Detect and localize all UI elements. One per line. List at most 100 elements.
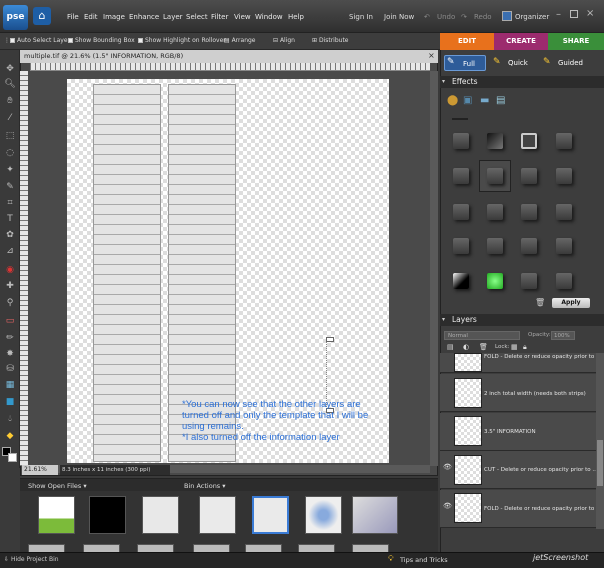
layer-visibility-eye-icon-4[interactable]: 👁︎ bbox=[443, 463, 452, 471]
effects-collapse-icon[interactable]: ▾ bbox=[442, 78, 445, 85]
hide-project-bin-button[interactable]: ⇩ Hide Project Bin bbox=[4, 556, 59, 563]
document-close-icon[interactable]: × bbox=[428, 51, 436, 61]
show-bounding-checkbox[interactable]: Show Bounding Box bbox=[68, 37, 135, 44]
redo-icon[interactable]: ↷ bbox=[461, 13, 467, 21]
layer-styles-icon[interactable]: ▣ bbox=[463, 95, 472, 106]
paint-bucket-tool-icon[interactable]: ⛁ bbox=[4, 364, 16, 374]
crop-tool-icon[interactable]: ⌗ bbox=[4, 198, 16, 208]
bin-thumbnail-4[interactable] bbox=[199, 496, 236, 534]
cookie-cutter-tool-icon[interactable]: ✿ bbox=[4, 230, 16, 240]
straighten-tool-icon[interactable]: ⊿ bbox=[4, 246, 16, 256]
filters-icon[interactable]: ⬤ bbox=[447, 95, 458, 106]
tab-create[interactable]: CREATE bbox=[494, 33, 548, 50]
layers-scrollbar-thumb[interactable] bbox=[597, 440, 603, 486]
zoom-tool-icon[interactable]: 🔍︎ bbox=[4, 79, 16, 89]
type-tool-icon[interactable]: T bbox=[4, 214, 16, 224]
effect-swatch-10[interactable] bbox=[487, 204, 503, 220]
marquee-tool-icon[interactable]: ⬚ bbox=[4, 131, 16, 141]
spot-healing-tool-icon[interactable]: ✚ bbox=[4, 281, 16, 291]
red-eye-tool-icon[interactable]: ◉ bbox=[4, 265, 16, 275]
home-icon[interactable]: ⌂ bbox=[33, 7, 51, 25]
effect-swatch-3[interactable] bbox=[521, 133, 537, 149]
show-highlight-checkbox[interactable]: Show Highlight on Rollover bbox=[138, 37, 226, 44]
effect-swatch-7[interactable] bbox=[521, 168, 537, 184]
bin-thumbnail-2[interactable] bbox=[89, 496, 126, 534]
align-dropdown[interactable]: ⊟ Align bbox=[273, 37, 295, 44]
layer-name-4[interactable]: CUT - Delete or reduce opacity prior to … bbox=[484, 467, 598, 473]
shape-tool-icon[interactable]: ■ bbox=[4, 397, 16, 407]
bin-thumbnail-6[interactable] bbox=[305, 496, 342, 534]
tab-share[interactable]: SHARE bbox=[548, 33, 604, 50]
effect-swatch-13[interactable] bbox=[453, 238, 469, 254]
background-color-swatch[interactable] bbox=[8, 453, 17, 462]
eraser-tool-icon[interactable]: ▭ bbox=[4, 316, 16, 326]
move-tool-icon[interactable]: ✥ bbox=[4, 64, 16, 74]
layers-collapse-icon[interactable]: ▾ bbox=[442, 316, 445, 323]
effect-swatch-9[interactable] bbox=[453, 204, 469, 220]
arrange-dropdown[interactable]: ▤ Arrange bbox=[224, 37, 256, 44]
delete-layer-icon[interactable]: 🗑︎ bbox=[479, 343, 488, 351]
blur-tool-icon[interactable]: 💧︎ bbox=[4, 414, 16, 424]
brush-tool-icon[interactable]: ✏︎ bbox=[4, 333, 16, 343]
maximize-icon[interactable] bbox=[570, 10, 578, 18]
menu-filter[interactable]: Filter bbox=[211, 13, 228, 21]
show-all-effects-icon[interactable]: ▤ bbox=[496, 95, 505, 106]
redo-button[interactable]: Redo bbox=[474, 13, 492, 21]
bin-actions-menu[interactable]: Bin Actions ▾ bbox=[184, 482, 226, 490]
effect-swatch-20[interactable] bbox=[556, 273, 572, 289]
vertical-scrollbar[interactable] bbox=[430, 71, 438, 466]
bin-thumbnail-7[interactable] bbox=[352, 496, 398, 534]
new-layer-icon[interactable]: ▤ bbox=[447, 343, 454, 351]
lasso-tool-icon[interactable]: ◌ bbox=[4, 148, 16, 158]
join-now-link[interactable]: Join Now bbox=[384, 13, 414, 21]
selection-brush-tool-icon[interactable]: ✎ bbox=[4, 182, 16, 192]
layer-name-5[interactable]: FOLD - Delete or reduce opacity prior to… bbox=[484, 506, 601, 512]
close-icon[interactable]: × bbox=[586, 8, 594, 19]
bin-thumbnail-3[interactable] bbox=[142, 496, 179, 534]
apply-button[interactable]: Apply bbox=[552, 298, 590, 308]
show-open-files-dropdown[interactable]: Show Open Files ▾ bbox=[28, 482, 87, 490]
lock-transparency-icon[interactable]: ▦ bbox=[511, 343, 518, 351]
gradient-tool-icon[interactable]: ▦ bbox=[4, 380, 16, 390]
layers-panel-header[interactable]: Layers bbox=[440, 314, 604, 326]
effect-swatch-19[interactable] bbox=[521, 273, 537, 289]
clone-stamp-tool-icon[interactable]: ⚲ bbox=[4, 298, 16, 308]
bin-thumbnail-5-selected[interactable] bbox=[252, 496, 289, 534]
effect-swatch-11[interactable] bbox=[521, 204, 537, 220]
tab-edit[interactable]: EDIT bbox=[440, 33, 494, 50]
sign-in-link[interactable]: Sign In bbox=[349, 13, 373, 21]
transform-handle-top[interactable] bbox=[326, 337, 334, 342]
effect-swatch-12[interactable] bbox=[556, 204, 572, 220]
magic-wand-tool-icon[interactable]: ✦ bbox=[4, 165, 16, 175]
organizer-button[interactable]: Organizer bbox=[515, 13, 549, 21]
menu-select[interactable]: Select bbox=[186, 13, 208, 21]
menu-layer[interactable]: Layer bbox=[163, 13, 183, 21]
effect-swatch-15[interactable] bbox=[521, 238, 537, 254]
menu-enhance[interactable]: Enhance bbox=[129, 13, 159, 21]
lock-all-icon[interactable]: 🔒︎ bbox=[523, 343, 527, 352]
sponge-tool-icon[interactable]: ◆ bbox=[4, 431, 16, 441]
layer-name-3[interactable]: 3.5" INFORMATION bbox=[484, 429, 536, 435]
effect-swatch-18[interactable] bbox=[487, 273, 503, 289]
adjustment-layer-icon[interactable]: ◐ bbox=[463, 343, 469, 351]
effect-swatch-1[interactable] bbox=[453, 133, 469, 149]
bin-thumbnail-1[interactable] bbox=[38, 496, 75, 534]
photo-effects-icon[interactable]: ▬ bbox=[480, 95, 489, 106]
effects-panel-header[interactable]: Effects bbox=[440, 76, 604, 88]
layer-name-2[interactable]: 2 inch total width (needs both strips) bbox=[484, 391, 586, 397]
hand-tool-icon[interactable]: ✋︎ bbox=[4, 96, 16, 106]
effect-swatch-4[interactable] bbox=[556, 133, 572, 149]
undo-button[interactable]: Undo bbox=[437, 13, 455, 21]
effect-swatch-14[interactable] bbox=[487, 238, 503, 254]
trash-icon[interactable]: 🗑︎ bbox=[535, 298, 545, 307]
effect-swatch-5[interactable] bbox=[453, 168, 469, 184]
effect-swatch-8[interactable] bbox=[556, 168, 572, 184]
opacity-input[interactable]: 100% bbox=[551, 331, 575, 340]
menu-help[interactable]: Help bbox=[288, 13, 304, 21]
layer-visibility-eye-icon-5[interactable]: 👁︎ bbox=[443, 502, 452, 510]
tips-and-tricks-button[interactable]: Tips and Tricks bbox=[400, 556, 448, 564]
zoom-level[interactable]: 21.61% bbox=[22, 465, 58, 475]
undo-icon[interactable]: ↶ bbox=[424, 13, 430, 21]
effect-swatch-6-selected[interactable] bbox=[487, 168, 503, 184]
effect-swatch-2[interactable] bbox=[487, 133, 503, 149]
